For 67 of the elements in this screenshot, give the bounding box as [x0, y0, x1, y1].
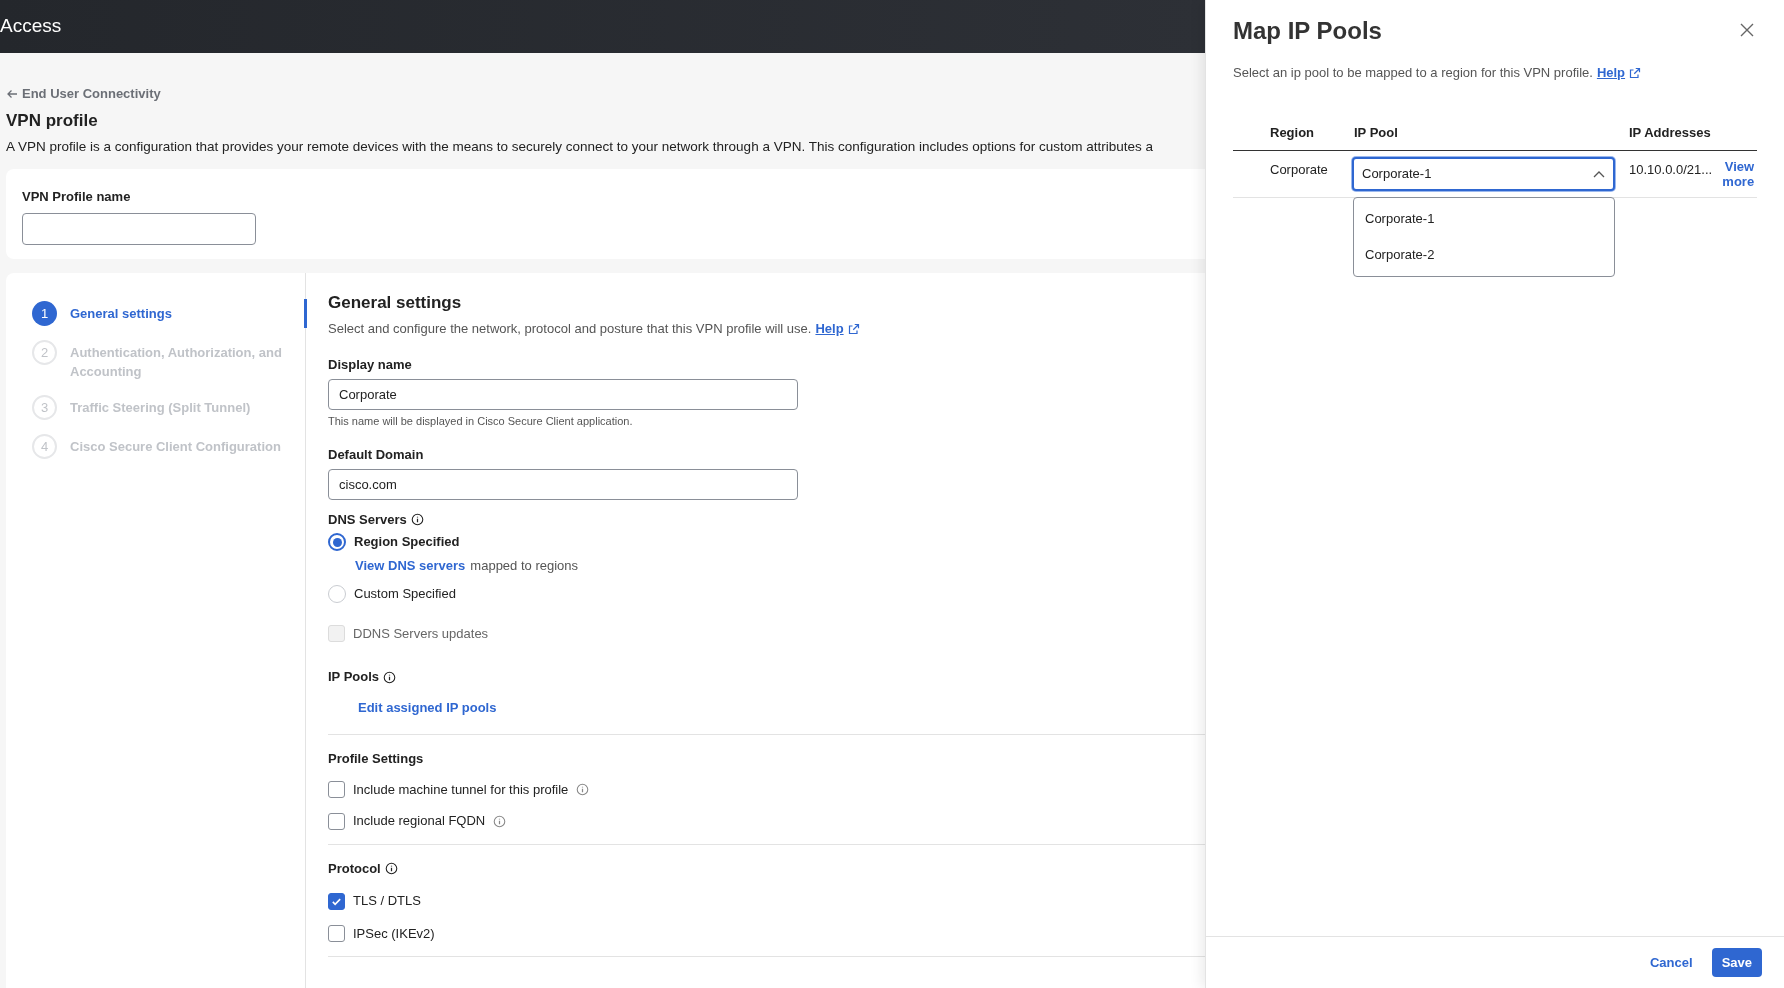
section-heading: Profile Settings [328, 750, 425, 769]
chevron-icon [1593, 170, 1605, 178]
checkbox-label: Include regional FQDN [353, 812, 486, 831]
cancel-button[interactable]: Cancel [1650, 952, 1693, 973]
step-label: Authentication, Authorization, and Accounting [70, 344, 283, 382]
step-number: 4 [32, 434, 57, 460]
page-title: VPN profile [6, 109, 99, 132]
info-icon [410, 513, 424, 526]
info-icon [493, 814, 507, 828]
edit-ip-pools-link[interactable]: Edit assigned IP pools [358, 697, 497, 718]
input-field[interactable] [22, 212, 256, 245]
input-field[interactable]: Corporate [328, 378, 798, 410]
step-number: 1 [32, 301, 57, 327]
step-label: Traffic Steering (Split Tunnel) [70, 399, 252, 418]
section-description: Select and configure the network, protocol and posture that this VPN profile will use. [328, 319, 812, 338]
section-heading: Protocol [328, 859, 381, 878]
save-button[interactable]: Save [1711, 948, 1762, 977]
checkbox-label: DDNS Servers updates [353, 624, 489, 643]
dropdown-option[interactable]: Corporate-2 [1354, 237, 1614, 273]
step-label: General settings [70, 305, 173, 324]
checkbox[interactable] [328, 892, 345, 910]
section-title: General settings [328, 292, 463, 315]
view-more-link[interactable]: View more [1714, 159, 1755, 189]
info-icon [576, 783, 590, 796]
info-icon [384, 862, 398, 875]
close-icon [1740, 23, 1754, 37]
table-cell-text: Corporate [1269, 161, 1329, 179]
input-field[interactable]: cisco.com [328, 468, 798, 500]
field-label: Display name [328, 356, 413, 375]
step-number: 2 [32, 340, 57, 366]
field-label: DNS Servers [328, 510, 407, 529]
checkbox-label: Include machine tunnel for this profile [353, 780, 569, 799]
page-description: A VPN profile is a configuration that provides your remote devices with the means to securely connect to your network through a VPN. This configuration includes options for custom attributes a [6, 138, 1155, 156]
radio-button[interactable] [328, 533, 346, 551]
back-link[interactable]: End User Connectivity [6, 84, 161, 104]
step-label: Cisco Secure Client Configuration [70, 438, 282, 457]
checkbox-label: IPSec (IKEv2) [353, 924, 435, 943]
dropdown-option[interactable]: Corporate-1 [1354, 201, 1614, 237]
radio-label: Custom Specified [354, 585, 456, 604]
view-dns-link[interactable]: View DNS servers [355, 555, 466, 576]
help-link[interactable]: Help [815, 318, 844, 339]
drawer-description: Select an ip pool to be mapped to a region for this VPN profile. [1233, 64, 1593, 82]
field-label: Default Domain [328, 446, 425, 465]
close-button[interactable] [1740, 23, 1754, 37]
field-label: VPN Profile name [22, 188, 132, 207]
table-cell-text: 10.10.0.0/21... [1629, 161, 1713, 179]
info-icon [383, 670, 397, 684]
step-item[interactable]: 1 General settings [6, 299, 307, 329]
external-link-icon [847, 322, 860, 335]
help-link[interactable]: Help [1596, 63, 1626, 83]
step-number: 3 [32, 395, 57, 421]
checkbox[interactable] [328, 812, 345, 830]
field-label: IP Pools [328, 668, 380, 687]
column-header: Region [1269, 123, 1316, 142]
column-header: IP Addresses [1629, 123, 1711, 142]
checkbox[interactable] [328, 781, 345, 798]
column-header: IP Pool [1353, 123, 1399, 142]
checkbox-label: TLS / DTLS [353, 892, 421, 911]
back-arrow-icon [6, 87, 18, 100]
checkbox[interactable] [328, 925, 345, 942]
external-link-icon [1629, 66, 1642, 79]
ip-pool-select[interactable]: Corporate-1 [1352, 157, 1615, 191]
field-hint: This name will be displayed in Cisco Secure Client application. [328, 413, 634, 429]
link-suffix: mapped to regions [470, 556, 579, 575]
app-title: Access [0, 14, 62, 39]
radio-label: Region Specified [354, 533, 460, 552]
drawer-title: Map IP Pools [1233, 16, 1382, 46]
